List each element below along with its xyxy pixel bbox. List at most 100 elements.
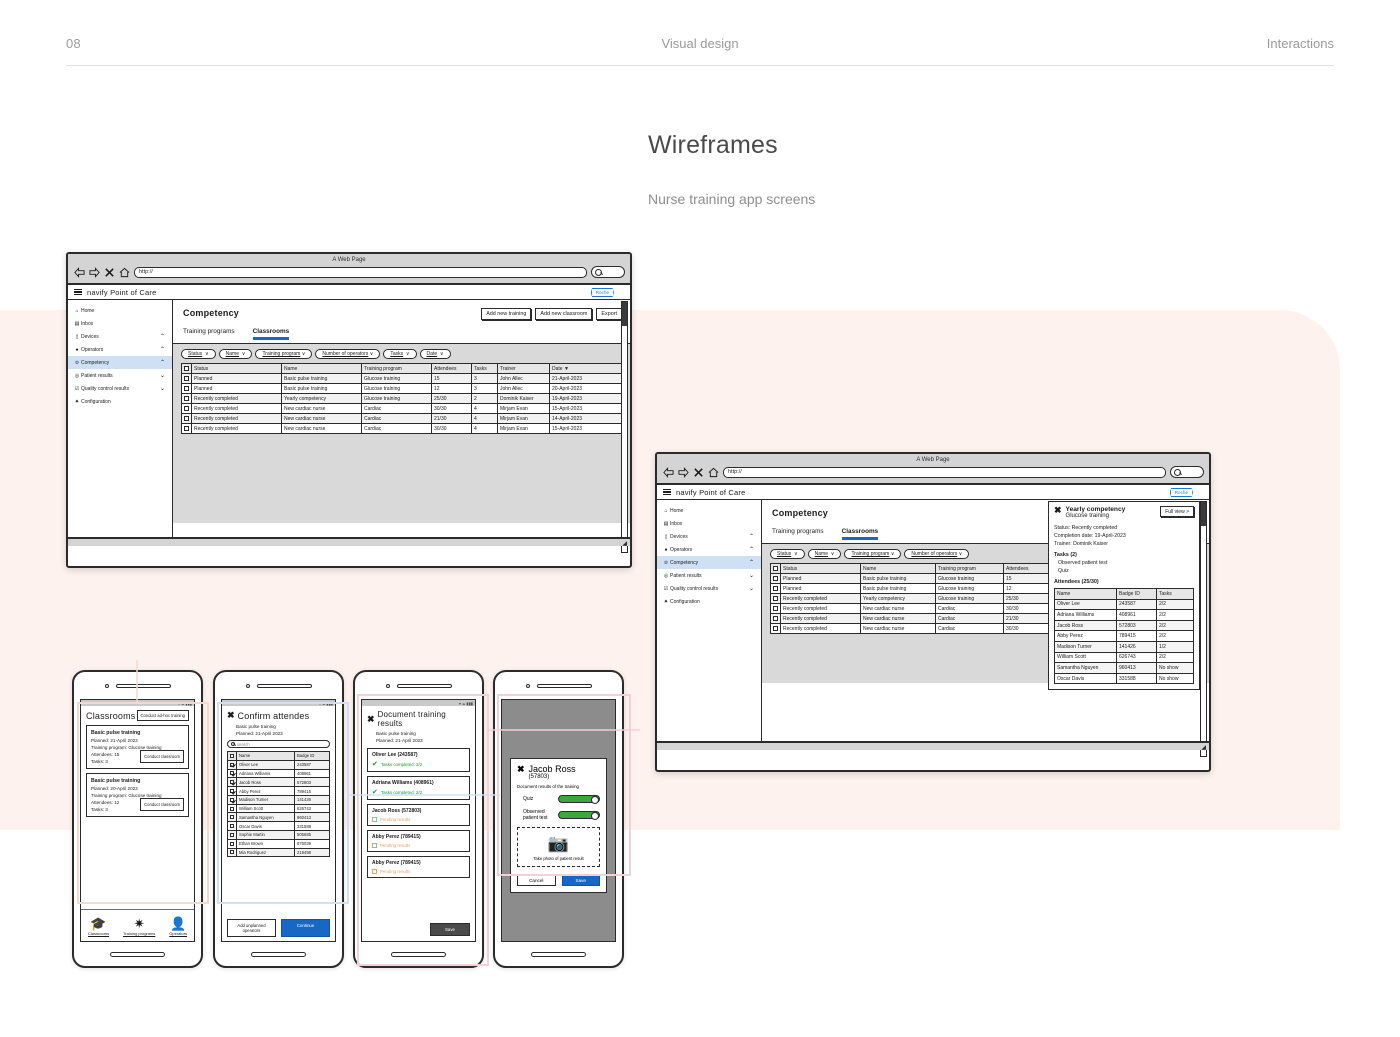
filter-tasks[interactable]: Tasks ∨ (383, 349, 417, 359)
checkbox-icon[interactable] (230, 815, 234, 820)
home-icon[interactable] (708, 467, 719, 478)
chevron-up-icon[interactable]: ⌃ (749, 534, 754, 540)
checkbox-icon[interactable] (184, 405, 189, 411)
checkbox-icon[interactable] (230, 771, 234, 776)
select-all-checkbox-cell[interactable] (770, 563, 781, 574)
hamburger-menu-icon[interactable] (663, 487, 671, 497)
cancel-button[interactable]: Cancel (517, 874, 556, 886)
table-row[interactable]: Recently completed New cardiac nurse Cardi… (181, 403, 624, 414)
row-checkbox-cell[interactable] (227, 759, 237, 770)
sort-descending-icon[interactable]: ▼ (564, 366, 569, 372)
checkbox-icon[interactable] (773, 585, 778, 591)
save-button[interactable]: Save (561, 874, 600, 886)
tab-training-programs[interactable]: ✷ Training programs (123, 916, 155, 936)
close-icon[interactable]: ✖ (1054, 506, 1062, 515)
chevron-up-icon[interactable]: ⌃ (160, 360, 165, 366)
row-checkbox-cell[interactable] (227, 786, 237, 796)
sidebar-item-competency[interactable]: ♔ Competency ⌃ (68, 356, 172, 369)
checkbox-icon[interactable] (230, 841, 234, 846)
continue-button[interactable]: Continue (281, 919, 330, 937)
resize-grip-icon[interactable]: ◢ (1201, 744, 1206, 751)
result-card[interactable]: Jacob Ross (572803) Pending results (367, 804, 470, 826)
row-checkbox-cell[interactable] (770, 573, 781, 584)
back-icon[interactable] (663, 466, 674, 478)
chevron-down-icon[interactable]: ⌄ (160, 386, 165, 392)
sidebar-item-quality-control-results[interactable]: ☑ Quality control results ⌄ (657, 582, 761, 595)
checkbox-icon[interactable] (184, 425, 189, 431)
result-card[interactable]: Abby Perez (789415) Pending results (367, 830, 470, 852)
th-training-program[interactable]: Training program (361, 363, 432, 374)
row-checkbox-cell[interactable] (227, 777, 237, 788)
sidebar-item-devices[interactable]: ▯ Devices ⌃ (657, 530, 761, 543)
table-row[interactable]: Jacob Ross 572803 (227, 777, 330, 788)
checkbox-icon[interactable] (773, 595, 778, 601)
full-view-button[interactable]: Full view > (1160, 506, 1194, 517)
resize-grip-icon[interactable]: ◢ (622, 540, 627, 547)
chevron-up-icon[interactable]: ⌃ (749, 560, 754, 566)
tab-operators[interactable]: 👤 Operators (169, 916, 187, 936)
add-new-classroom-button[interactable]: Add new classroom (535, 308, 593, 320)
classroom-card[interactable]: Basic pulse training Planned: 20-April 2… (86, 773, 189, 817)
table-row[interactable]: Planned Basic pulse training Glucose train… (181, 383, 624, 394)
result-card[interactable]: Oliver Lee (243587) ✔ Tasks completed: 2/2 (367, 748, 470, 772)
sidebar-item-competency[interactable]: ♔ Competency ⌃ (657, 556, 761, 569)
th-date[interactable]: Date ▼ (549, 363, 624, 374)
quiz-toggle[interactable] (557, 795, 600, 805)
address-bar[interactable]: http:// (723, 466, 1166, 478)
sidebar-item-home[interactable]: ⌂ Home (68, 304, 172, 317)
th-training-program[interactable]: Training program (935, 563, 1004, 574)
checkbox-icon[interactable] (230, 789, 234, 794)
checkbox-icon[interactable] (184, 415, 189, 421)
tab-training-programs[interactable]: Training programs (183, 328, 235, 343)
sidebar-item-patient-results[interactable]: ◎ Patient results ⌄ (68, 369, 172, 382)
row-checkbox-cell[interactable] (181, 383, 192, 394)
export-button[interactable]: Export (596, 308, 622, 320)
table-row[interactable]: Adriana Williams 408961 (227, 768, 330, 779)
sidebar-item-configuration[interactable]: ✷ Configuration (68, 395, 172, 408)
chevron-up-icon[interactable]: ⌃ (160, 334, 165, 340)
browser-window-1[interactable]: A Web Page http:// navify Point of Care … (66, 252, 632, 568)
sidebar-item-home[interactable]: ⌂ Home (657, 504, 761, 517)
conduct-classroom-button[interactable]: Conduct classroom (140, 798, 184, 811)
th-trainer[interactable]: Trainer (497, 363, 550, 374)
row-checkbox-cell[interactable] (181, 413, 192, 424)
chevron-down-icon[interactable]: ⌄ (749, 573, 754, 579)
app-vertical-scrollbar[interactable] (621, 301, 628, 553)
th-tasks[interactable]: Tasks (471, 363, 498, 374)
tab-classrooms[interactable]: 🎓 Classrooms (88, 916, 109, 936)
chevron-down-icon[interactable]: ⌄ (749, 586, 754, 592)
row-checkbox-cell[interactable] (227, 847, 237, 858)
th-status[interactable]: Status (191, 363, 282, 374)
save-button[interactable]: Save (429, 923, 470, 936)
tab-training-programs[interactable]: Training programs (772, 528, 824, 543)
result-card[interactable]: Adriana Williams (408961) ✔ Tasks complete… (367, 776, 470, 800)
checkbox-icon[interactable] (230, 762, 234, 767)
checkbox-icon[interactable] (230, 797, 234, 802)
conduct-classroom-button[interactable]: Conduct classroom (140, 750, 184, 763)
row-checkbox-cell[interactable] (770, 593, 781, 604)
close-icon[interactable] (693, 467, 704, 478)
filter-name[interactable]: Name ∨ (807, 549, 842, 559)
table-row[interactable]: William Scott 626743 (227, 803, 330, 814)
add-new-training-button[interactable]: Add new training (481, 308, 532, 320)
filter-status[interactable]: Status ∨ (770, 549, 805, 559)
th-name[interactable]: Name (860, 563, 936, 574)
row-checkbox-cell[interactable] (770, 603, 781, 614)
sidebar-item-patient-results[interactable]: ◎ Patient results ⌄ (657, 569, 761, 582)
table-row[interactable]: Abby Perez 789415 (227, 786, 330, 796)
checkbox-icon[interactable] (773, 605, 778, 611)
browser-window-2[interactable]: A Web Page http:// navify Point of Care … (655, 452, 1211, 772)
chevron-down-icon[interactable]: ⌄ (160, 373, 165, 379)
checkbox-icon[interactable] (230, 806, 234, 811)
row-checkbox-cell[interactable] (770, 623, 781, 634)
checkbox-icon[interactable] (230, 832, 234, 837)
row-checkbox-cell[interactable] (227, 821, 237, 832)
select-all-checkbox-cell[interactable] (181, 363, 192, 374)
checkbox-icon[interactable] (773, 625, 778, 631)
checkbox-icon[interactable] (230, 824, 234, 829)
checkbox-icon[interactable] (184, 385, 189, 391)
browser-search-box[interactable] (1170, 466, 1204, 478)
checkbox-icon[interactable] (230, 850, 234, 855)
home-button-icon[interactable] (391, 951, 446, 957)
table-row[interactable]: Ethan Brown 876039 (227, 838, 330, 849)
